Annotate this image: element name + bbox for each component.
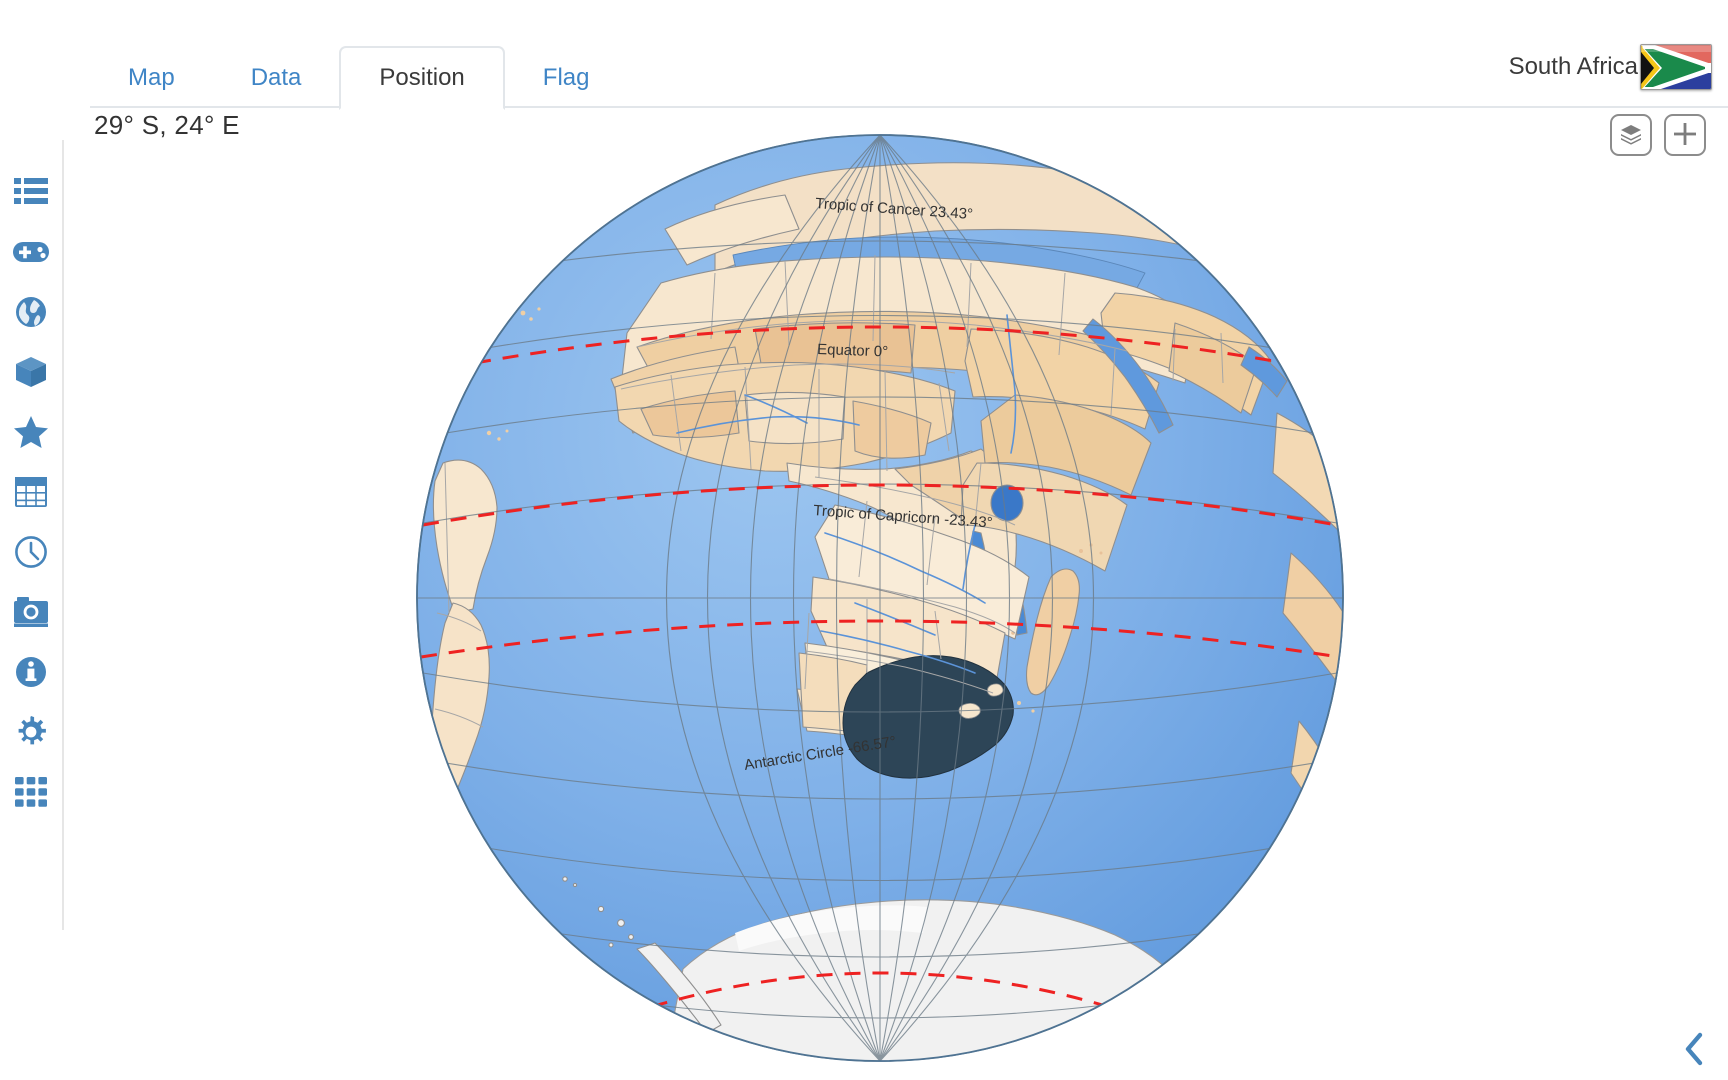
layers-icon [1619,122,1643,149]
header-tabbar: Map Data Position Flag South Africa [0,0,1728,110]
tab-position[interactable]: Position [339,46,505,110]
gear-icon [15,716,47,748]
tab-map[interactable]: Map [90,48,213,108]
star-icon [14,416,48,448]
chevron-left-icon [1683,1032,1705,1071]
country-name-label: South Africa [1508,53,1638,80]
sidebar-item-settings[interactable] [5,702,57,762]
south-africa-flag [1640,44,1712,90]
sidebar-item-game[interactable] [5,222,57,282]
sidebar-item-camera[interactable] [5,582,57,642]
label-equator: Equator 0° [817,341,889,360]
plus-icon [1672,121,1698,150]
grid-icon [15,777,47,807]
sidebar-item-3d[interactable] [5,342,57,402]
layers-button[interactable] [1610,114,1652,156]
sidebar-item-apps[interactable] [5,762,57,822]
sidebar-item-info[interactable] [5,642,57,702]
sidebar-item-history[interactable] [5,522,57,582]
coordinates-readout: 29° S, 24° E [94,110,240,140]
sidebar-item-favorites[interactable] [5,402,57,462]
eswatini-enclave [987,683,1004,697]
sidebar-item-globe[interactable] [5,282,57,342]
sidebar-item-list[interactable] [5,162,57,222]
gamepad-icon [13,240,49,264]
add-button[interactable] [1664,114,1706,156]
lake-victoria [990,484,1024,522]
info-icon [15,656,47,688]
clock-icon [15,536,47,568]
globe-view[interactable]: Tropic of Cancer 23.43° Equator 0° Tropi… [415,133,1345,1063]
sidebar-item-table[interactable] [5,462,57,522]
collapse-panel-button[interactable] [1674,1028,1714,1074]
map-button-group [1610,114,1706,156]
list-icon [14,177,48,207]
tabbar-divider [90,106,1728,108]
sidebar-rail [0,140,64,930]
camera-icon [14,597,48,627]
tab-list: Map Data Position Flag [90,46,628,110]
app-root: Map Data Position Flag South Africa 29° … [0,0,1728,1080]
tab-data[interactable]: Data [213,48,340,108]
cube-icon [15,356,47,388]
table-icon [15,477,47,507]
globe-icon [15,296,47,328]
tab-flag[interactable]: Flag [505,48,628,108]
